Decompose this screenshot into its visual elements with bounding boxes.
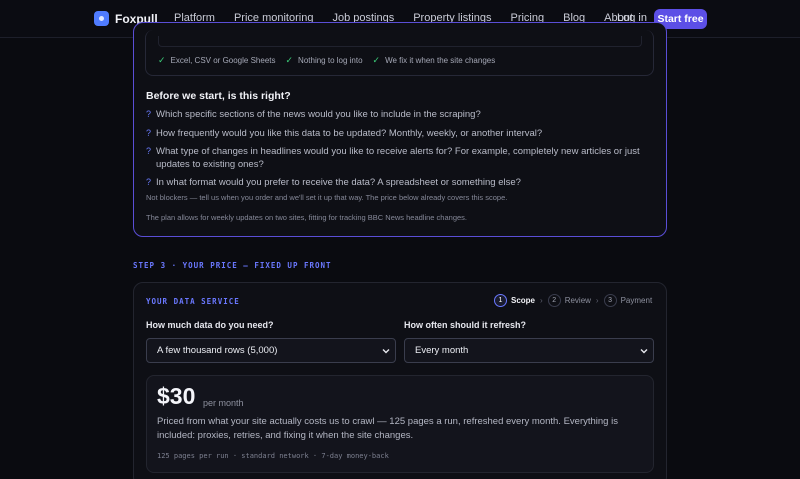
refresh-value: Every month [415,345,469,356]
chevron-down-icon [382,349,390,354]
question-mark-icon: ? [146,177,152,187]
refresh-select[interactable]: Every month [404,338,654,363]
question-item: ? What type of changes in headlines woul… [146,146,646,171]
question-mark-icon: ? [146,109,152,119]
check-icon: ✓ [372,55,381,65]
step-number: 2 [547,294,561,307]
logo-icon [94,11,109,26]
check-icon: ✓ [285,55,294,65]
question-text: Which specific sections of the news woul… [156,109,481,120]
data-amount-label: How much data do you need? [146,320,274,330]
refresh-label: How often should it refresh? [404,320,527,330]
price-amount: $30 [157,383,196,409]
chevron-down-icon [640,349,648,354]
request-preview [158,36,642,47]
chevron-right-icon: › [540,296,543,305]
question-item: ? How frequently would you like this dat… [146,128,646,141]
price-description: Priced from what your site actually cost… [157,416,618,441]
questions-list: ? Which specific sections of the news wo… [146,109,646,196]
feature-item: ✓ We fix it when the site changes [373,55,496,66]
questions-title: Before we start, is this right? [146,90,291,102]
question-mark-icon: ? [146,146,152,156]
check-icon: ✓ [158,55,166,65]
price-meta: 125 pages per run · standard network · 7… [157,452,389,460]
feature-item: ✓ Excel, CSV or Google Sheets [158,55,276,66]
step-number: 3 [603,294,617,307]
feature-item: ✓ Nothing to log into [286,55,363,66]
price-unit: per month [203,398,244,408]
question-text: How frequently would you like this data … [156,127,543,139]
step-review[interactable]: Review [565,296,591,305]
question-mark-icon: ? [146,127,152,138]
question-text: What type of changes in headlines would … [156,146,640,170]
question-item: ? In what format would you prefer to rec… [146,177,646,190]
feature-label: Excel, CSV or Google Sheets [170,56,276,65]
data-amount-value: A few thousand rows (5,000) [157,345,278,356]
feature-list: ✓ Excel, CSV or Google Sheets ✓ Nothing … [158,55,505,66]
service-label: YOUR DATA SERVICE [146,297,240,306]
data-amount-select[interactable]: A few thousand rows (5,000) [146,338,396,363]
step-payment[interactable]: Payment [621,296,653,305]
step-number: 1 [494,294,507,307]
feature-label: Nothing to log into [298,56,363,65]
feature-label: We fix it when the site changes [385,56,496,65]
question-item: ? Which specific sections of the news wo… [146,109,646,122]
not-blockers-note: Not blockers — tell us when you order an… [146,193,508,202]
chevron-right-icon: › [595,296,599,305]
step-scope[interactable]: Scope [511,296,535,305]
checkout-stepper: 1 Scope › 2 Review › 3 Payment [494,294,652,307]
plan-note: The plan allows for weekly updates on tw… [146,213,467,222]
question-text: In what format would you prefer to recei… [156,177,521,188]
step-3-label: STEP 3 · YOUR PRICE — FIXED UP FRONT [133,261,332,270]
